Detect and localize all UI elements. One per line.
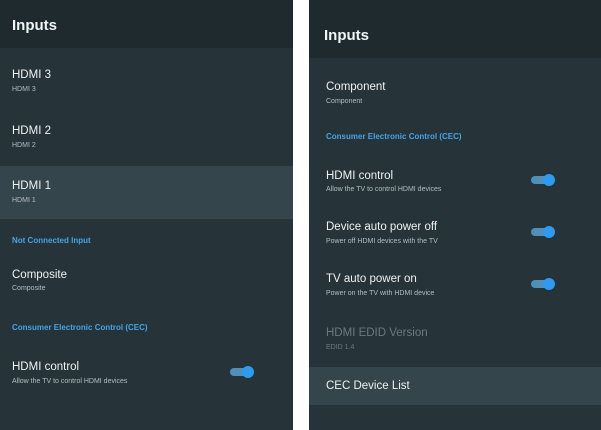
list-item-component[interactable]: Component Component	[309, 74, 601, 114]
item-subtitle: HDMI 1	[12, 197, 36, 204]
item-title: Composite	[12, 269, 67, 281]
list-item-hdmi-control[interactable]: HDMI control Allow the TV to control HDM…	[309, 160, 601, 205]
item-title: HDMI EDID Version	[326, 327, 428, 339]
section-header-cec: Consumer Electronic Control (CEC)	[12, 323, 148, 332]
list-item-hdmi-1[interactable]: HDMI 1 HDMI 1	[0, 166, 293, 219]
right-settings-panel: Inputs Component Component Consumer Elec…	[309, 0, 601, 430]
left-settings-panel: Inputs HDMI 3 HDMI 3 HDMI 2 HDMI 2 HDMI …	[0, 0, 293, 430]
list-item-hdmi-control[interactable]: HDMI control Allow the TV to control HDM…	[0, 352, 293, 392]
panel-header: Inputs	[0, 0, 293, 48]
list-item-tv-auto-power-on[interactable]: TV auto power on Power on the TV with HD…	[309, 264, 601, 308]
item-subtitle: Power on the TV with HDMI device	[326, 290, 435, 297]
device-auto-power-off-toggle[interactable]	[531, 226, 555, 238]
list-item-composite[interactable]: Composite Composite	[0, 258, 293, 302]
panel-header: Inputs	[309, 0, 601, 58]
section-header-not-connected: Not Connected Input	[12, 236, 91, 245]
item-title: HDMI 3	[12, 69, 51, 81]
tv-auto-power-on-toggle[interactable]	[531, 278, 555, 290]
item-title: TV auto power on	[326, 273, 417, 285]
item-title: HDMI control	[12, 361, 80, 373]
hdmi-control-toggle[interactable]	[531, 174, 555, 186]
list-item-cec-device-list[interactable]: CEC Device List	[309, 367, 601, 405]
item-title: CEC Device List	[326, 380, 410, 392]
item-subtitle: Allow the TV to control HDMI devices	[326, 186, 442, 193]
item-title: HDMI 2	[12, 125, 51, 137]
hdmi-control-toggle[interactable]	[230, 366, 254, 378]
item-title: Device auto power off	[326, 221, 438, 233]
page-title: Inputs	[12, 17, 57, 34]
section-header-cec: Consumer Electronic Control (CEC)	[326, 132, 462, 141]
item-subtitle: EDID 1.4	[326, 344, 355, 351]
item-subtitle: Allow the TV to control HDMI devices	[12, 378, 128, 385]
list-item-hdmi-3[interactable]: HDMI 3 HDMI 3	[0, 58, 293, 108]
item-subtitle: HDMI 2	[12, 142, 36, 149]
list-item-hdmi-edid-version: HDMI EDID Version EDID 1.4	[309, 318, 601, 360]
item-subtitle: Composite	[12, 285, 46, 292]
item-title: Component	[326, 81, 386, 93]
item-subtitle: Component	[326, 98, 363, 105]
toggle-knob	[242, 366, 254, 378]
list-item-hdmi-2[interactable]: HDMI 2 HDMI 2	[0, 113, 293, 163]
toggle-knob	[543, 174, 555, 186]
item-subtitle: HDMI 3	[12, 86, 36, 93]
item-subtitle: Power off HDMI devices with the TV	[326, 238, 438, 245]
item-title: HDMI control	[326, 170, 394, 182]
toggle-knob	[543, 226, 555, 238]
page-title: Inputs	[324, 27, 369, 44]
item-title: HDMI 1	[12, 180, 51, 192]
toggle-knob	[543, 278, 555, 290]
list-item-device-auto-power-off[interactable]: Device auto power off Power off HDMI dev…	[309, 212, 601, 256]
